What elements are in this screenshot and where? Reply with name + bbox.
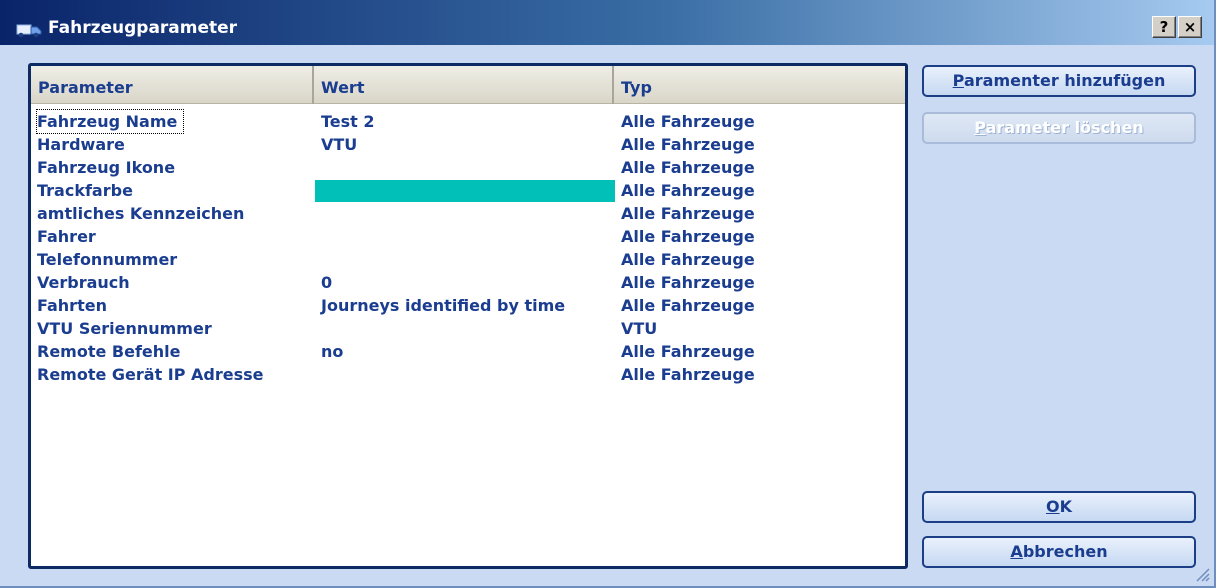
row-wert: no — [321, 342, 344, 361]
list-row[interactable]: Telefonnummer Alle Fahrzeuge — [31, 248, 905, 271]
row-typ: Alle Fahrzeuge — [621, 112, 755, 131]
row-typ: Alle Fahrzeuge — [621, 296, 755, 315]
row-wert: 0 — [321, 273, 333, 292]
row-typ: Alle Fahrzeuge — [621, 158, 755, 177]
row-wert: Test 2 — [321, 112, 375, 131]
delete-parameter-button[interactable]: Parameter löschen — [922, 112, 1196, 144]
row-parameter: amtliches Kennzeichen — [37, 204, 245, 223]
list-row[interactable]: Fahrer Alle Fahrzeuge — [31, 225, 905, 248]
cancel-label: bbrechen — [1022, 542, 1108, 561]
column-header-typ[interactable]: Typ — [614, 66, 905, 104]
row-parameter: Fahrzeug Ikone — [37, 158, 176, 177]
vehicle-icon — [16, 22, 42, 38]
ok-label: K — [1059, 497, 1072, 516]
row-parameter: Trackfarbe — [37, 181, 133, 200]
row-parameter: Fahrer — [37, 227, 96, 246]
row-wert: VTU — [321, 135, 358, 154]
add-parameter-button[interactable]: Paramenter hinzufügen — [922, 65, 1196, 97]
cancel-button[interactable]: Abbrechen — [922, 536, 1196, 568]
list-row[interactable]: Verbrauch 0 Alle Fahrzeuge — [31, 271, 905, 294]
parameter-list[interactable]: Parameter Wert Typ Fahrzeug Name Test 2 … — [28, 63, 908, 569]
row-typ: Alle Fahrzeuge — [621, 135, 755, 154]
add-parameter-label: aramenter hinzufügen — [963, 71, 1166, 90]
delete-parameter-label: arameter löschen — [985, 118, 1144, 137]
delete-parameter-mnemonic: P — [974, 118, 986, 137]
list-row[interactable]: Fahrzeug Ikone Alle Fahrzeuge — [31, 156, 905, 179]
ok-mnemonic: O — [1045, 497, 1060, 516]
row-parameter: VTU Seriennummer — [37, 319, 212, 338]
help-button[interactable]: ? — [1152, 16, 1176, 38]
cancel-mnemonic: A — [1010, 542, 1023, 561]
list-row[interactable]: Fahrzeug Name Test 2 Alle Fahrzeuge — [31, 109, 905, 134]
row-parameter: Verbrauch — [37, 273, 130, 292]
window-title: Fahrzeugparameter — [48, 18, 238, 38]
fahrzeugparameter-dialog: Fahrzeugparameter ? × Parameter Wert Typ… — [0, 0, 1216, 588]
row-parameter: Fahrten — [37, 296, 107, 315]
resize-grip-icon[interactable] — [1194, 566, 1210, 582]
row-parameter: Telefonnummer — [37, 250, 178, 269]
row-typ: Alle Fahrzeuge — [621, 273, 755, 292]
list-row[interactable]: Hardware VTU Alle Fahrzeuge — [31, 133, 905, 156]
column-header-wert[interactable]: Wert — [314, 66, 614, 104]
list-row[interactable]: Remote Befehle no Alle Fahrzeuge — [31, 340, 905, 363]
add-parameter-mnemonic: P — [952, 71, 964, 90]
column-header-parameter[interactable]: Parameter — [31, 66, 314, 104]
list-row[interactable]: Remote Gerät IP Adresse Alle Fahrzeuge — [31, 363, 905, 386]
row-typ: VTU — [621, 319, 658, 338]
close-button[interactable]: × — [1178, 16, 1202, 38]
row-typ: Alle Fahrzeuge — [621, 204, 755, 223]
list-row[interactable]: Trackfarbe Alle Fahrzeuge — [31, 179, 905, 202]
row-parameter: Fahrzeug Name — [35, 109, 185, 134]
list-header: Parameter Wert Typ — [31, 66, 905, 104]
list-row[interactable]: amtliches Kennzeichen Alle Fahrzeuge — [31, 202, 905, 225]
title-bar[interactable]: Fahrzeugparameter ? × — [0, 0, 1214, 45]
row-wert: Journeys identified by time — [321, 296, 566, 315]
row-typ: Alle Fahrzeuge — [621, 181, 755, 200]
list-row[interactable]: Fahrten Journeys identified by time Alle… — [31, 294, 905, 317]
trackfarbe-color-swatch[interactable] — [315, 180, 615, 202]
row-parameter: Remote Gerät IP Adresse — [37, 365, 264, 384]
row-parameter: Hardware — [37, 135, 125, 154]
row-typ: Alle Fahrzeuge — [621, 365, 755, 384]
row-typ: Alle Fahrzeuge — [621, 250, 755, 269]
row-typ: Alle Fahrzeuge — [621, 342, 755, 361]
list-row[interactable]: VTU Seriennummer VTU — [31, 317, 905, 340]
row-parameter: Remote Befehle — [37, 342, 181, 361]
ok-button[interactable]: OK — [922, 491, 1196, 523]
row-typ: Alle Fahrzeuge — [621, 227, 755, 246]
